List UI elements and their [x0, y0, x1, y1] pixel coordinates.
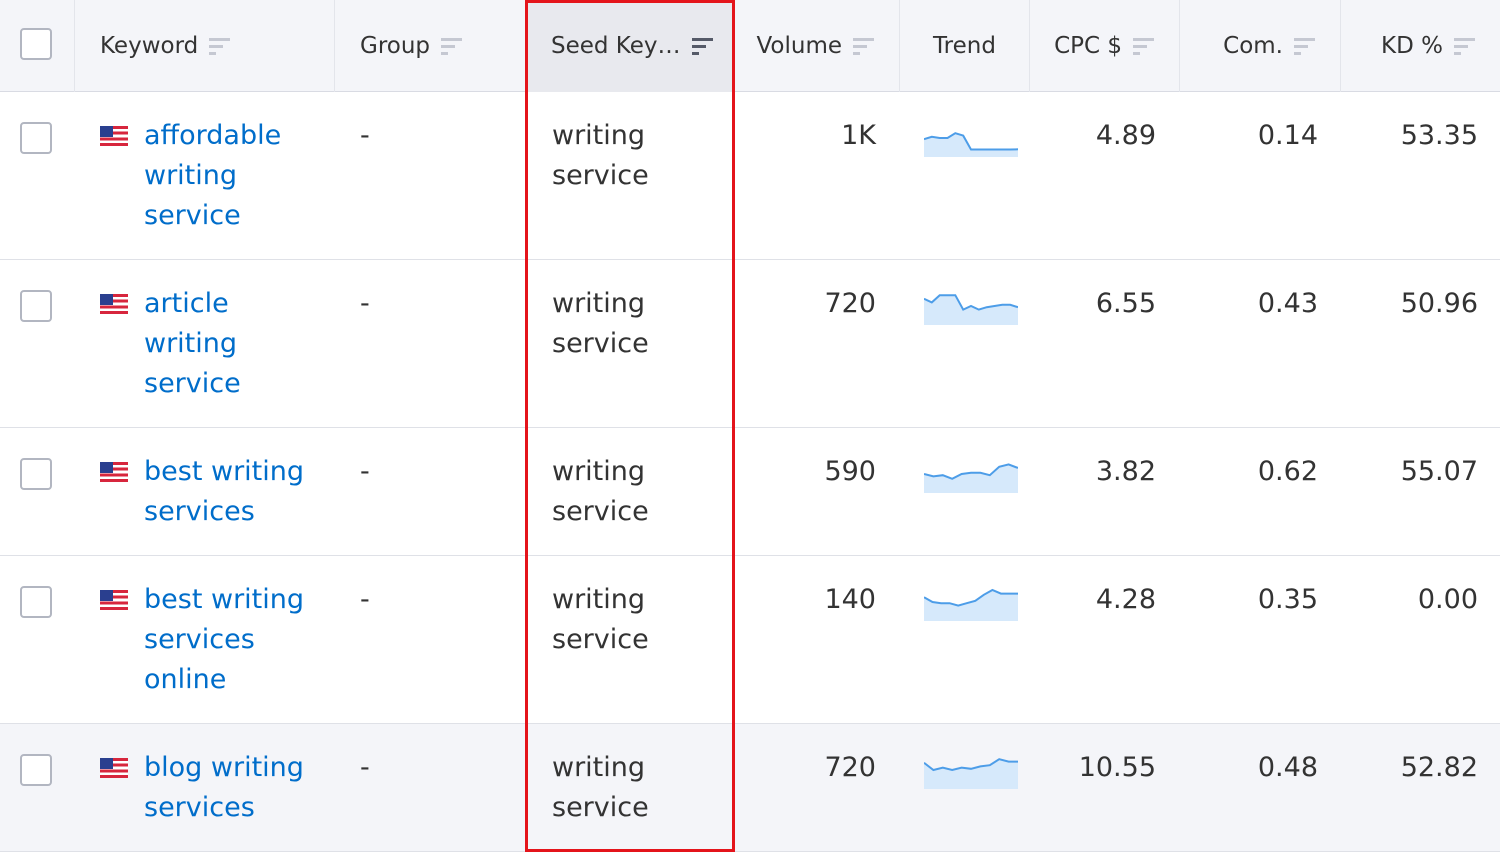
header-seed-keyword-label: Seed Key… — [551, 33, 681, 59]
table-header: Keyword Group Seed Key… Volume Trend CPC… — [0, 0, 1500, 92]
group-cell: - — [360, 456, 370, 487]
kd-cell: 53.35 — [1400, 120, 1478, 151]
header-volume-label: Volume — [756, 33, 842, 59]
table-row: blog writing services - writing service … — [0, 724, 1500, 852]
keyword-link[interactable]: best writing services — [144, 452, 324, 532]
header-cpc-label: CPC $ — [1054, 33, 1122, 59]
header-keyword-label: Keyword — [100, 33, 199, 59]
header-kd-label: KD % — [1381, 33, 1443, 59]
sparkline-area — [924, 295, 1018, 325]
cpc-cell: 4.28 — [1095, 584, 1156, 615]
seed-keyword-cell: writing service — [552, 752, 649, 823]
keyword-link[interactable]: affordable writing service — [144, 116, 324, 236]
keyword-cell: best writing services online — [144, 556, 334, 700]
trend-sparkline — [924, 294, 1018, 325]
cpc-cell: 3.82 — [1095, 456, 1156, 487]
group-cell: - — [360, 752, 370, 783]
header-trend: Trend — [900, 0, 1030, 92]
header-select-cell — [0, 0, 75, 92]
table-row: affordable writing service - writing ser… — [0, 92, 1500, 260]
com-cell: 0.14 — [1257, 120, 1318, 151]
sparkline-area — [924, 464, 1018, 493]
com-cell: 0.48 — [1257, 752, 1318, 783]
trend-sparkline — [924, 758, 1018, 789]
select-all-checkbox[interactable] — [20, 28, 52, 60]
cpc-cell: 6.55 — [1095, 288, 1156, 319]
keyword-table: Keyword Group Seed Key… Volume Trend CPC… — [0, 0, 1500, 852]
sort-icon[interactable] — [853, 37, 874, 55]
volume-cell: 1K — [841, 120, 876, 151]
row-checkbox[interactable] — [20, 586, 52, 618]
volume-cell: 720 — [824, 752, 876, 783]
table-row: article writing service - writing servic… — [0, 260, 1500, 428]
keyword-cell: best writing services — [144, 428, 334, 532]
sort-icon[interactable] — [209, 37, 231, 55]
volume-cell: 720 — [824, 288, 876, 319]
row-checkbox[interactable] — [20, 458, 52, 490]
group-cell: - — [360, 584, 370, 615]
header-com-label: Com. — [1223, 33, 1283, 59]
us-flag-icon — [100, 462, 128, 482]
trend-sparkline — [924, 588, 1018, 621]
cpc-cell: 4.89 — [1095, 120, 1156, 151]
com-cell: 0.62 — [1257, 456, 1318, 487]
header-group-label: Group — [360, 33, 431, 59]
header-trend-label: Trend — [933, 33, 996, 59]
header-cpc[interactable]: CPC $ — [1030, 0, 1180, 92]
header-keyword[interactable]: Keyword — [75, 0, 335, 92]
keyword-cell: article writing service — [144, 260, 334, 404]
com-cell: 0.35 — [1257, 584, 1318, 615]
keyword-link[interactable]: article writing service — [144, 284, 324, 404]
sort-icon[interactable] — [1133, 37, 1154, 55]
cpc-cell: 10.55 — [1078, 752, 1156, 783]
header-group[interactable]: Group — [335, 0, 526, 92]
sort-icon[interactable] — [441, 37, 463, 55]
us-flag-icon — [100, 126, 128, 146]
row-checkbox[interactable] — [20, 122, 52, 154]
sort-icon[interactable] — [1454, 37, 1475, 55]
row-checkbox[interactable] — [20, 290, 52, 322]
keyword-cell: affordable writing service — [144, 92, 334, 236]
header-volume[interactable]: Volume — [734, 0, 900, 92]
seed-keyword-cell: writing service — [552, 288, 649, 359]
kd-cell: 55.07 — [1400, 456, 1478, 487]
table-row: best writing services - writing service … — [0, 428, 1500, 556]
group-cell: - — [360, 120, 370, 151]
trend-sparkline — [924, 132, 1018, 157]
trend-sparkline — [924, 463, 1018, 493]
keyword-link[interactable]: best writing services online — [144, 580, 324, 700]
kd-cell: 50.96 — [1400, 288, 1478, 319]
volume-cell: 140 — [824, 584, 876, 615]
us-flag-icon — [100, 758, 128, 778]
com-cell: 0.43 — [1257, 288, 1318, 319]
header-kd[interactable]: KD % — [1341, 0, 1500, 92]
sort-active-icon[interactable] — [691, 37, 713, 55]
keyword-link[interactable]: blog writing services — [144, 748, 324, 828]
sparkline-area — [924, 759, 1018, 789]
header-seed-keyword[interactable]: Seed Key… — [526, 0, 734, 92]
table-row: best writing services online - writing s… — [0, 556, 1500, 724]
header-com[interactable]: Com. — [1180, 0, 1341, 92]
us-flag-icon — [100, 590, 128, 610]
seed-keyword-cell: writing service — [552, 456, 649, 527]
keyword-cell: blog writing services — [144, 724, 334, 828]
row-checkbox[interactable] — [20, 754, 52, 786]
seed-keyword-cell: writing service — [552, 584, 649, 655]
sort-icon[interactable] — [1294, 37, 1315, 55]
sparkline-area — [924, 590, 1018, 621]
us-flag-icon — [100, 294, 128, 314]
seed-keyword-cell: writing service — [552, 120, 649, 191]
kd-cell: 0.00 — [1417, 584, 1478, 615]
volume-cell: 590 — [824, 456, 876, 487]
group-cell: - — [360, 288, 370, 319]
kd-cell: 52.82 — [1400, 752, 1478, 783]
